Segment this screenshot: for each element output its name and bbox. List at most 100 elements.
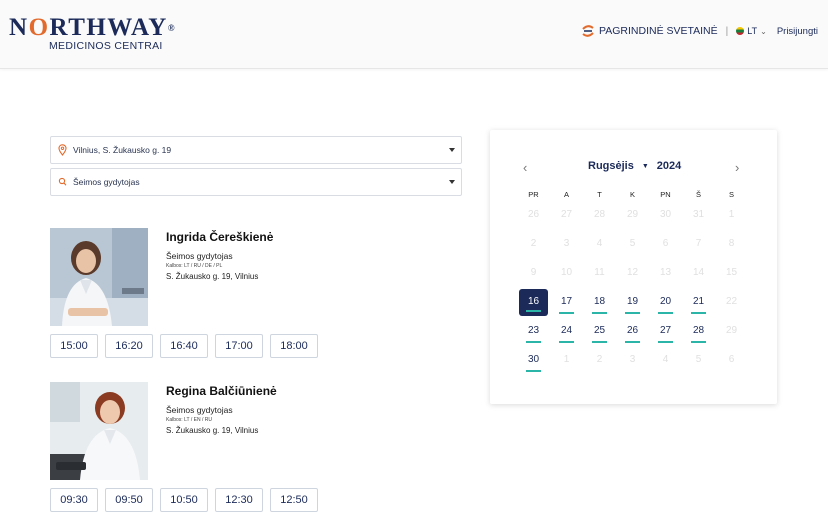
- calendar-day[interactable]: 18: [583, 289, 616, 318]
- calendar-day-number: 11: [594, 267, 605, 278]
- time-slot-button[interactable]: 15:00: [50, 334, 98, 358]
- calendar-day[interactable]: 17: [550, 289, 583, 318]
- caret-down-icon: [449, 180, 455, 184]
- calendar-day: 9: [517, 260, 550, 289]
- prev-month-button[interactable]: ‹: [523, 160, 527, 175]
- login-link[interactable]: Prisijungti: [777, 26, 818, 37]
- calendar-day-number: 5: [695, 354, 702, 365]
- doctor-photo[interactable]: [50, 228, 148, 326]
- logo-wordmark: NORTHWAY®: [9, 14, 177, 41]
- calendar-day-number: 26: [527, 209, 540, 220]
- weekday-label: S: [728, 190, 734, 199]
- doctor-languages: Kalbos: LT / RU / DE / PL: [166, 263, 223, 269]
- calendar-day: 5: [616, 231, 649, 260]
- calendar-day-number: 18: [593, 296, 606, 307]
- calendar-day-number: 15: [725, 267, 738, 278]
- calendar-day-number: 21: [692, 296, 705, 307]
- calendar-day-number: 4: [662, 354, 669, 365]
- calendar-day[interactable]: 24: [550, 318, 583, 347]
- calendar-day: 6: [715, 347, 748, 376]
- doctor-info: Regina Balčiūnienė Šeimos gydytojas Kalb…: [166, 382, 277, 435]
- calendar-day[interactable]: 19: [616, 289, 649, 318]
- next-month-button[interactable]: ›: [735, 160, 739, 175]
- calendar-day: 26: [517, 202, 550, 231]
- lithuania-flag-icon: [736, 27, 745, 35]
- calendar-day: 1: [550, 347, 583, 376]
- calendar-day-number: 12: [626, 267, 639, 278]
- doctor-specialty: Šeimos gydytojas: [166, 251, 233, 261]
- calendar-day[interactable]: 25: [583, 318, 616, 347]
- calendar-day[interactable]: 30: [517, 347, 550, 376]
- calendar-day-number: 7: [695, 238, 702, 249]
- calendar-day: 3: [616, 347, 649, 376]
- calendar-day: 28: [583, 202, 616, 231]
- calendar-day-number: 8: [728, 238, 735, 249]
- calendar-day: 12: [616, 260, 649, 289]
- calendar-day-number: 31: [692, 209, 705, 220]
- calendar-day: 29: [616, 202, 649, 231]
- time-slot-button[interactable]: 16:40: [160, 334, 208, 358]
- calendar-day-number: 14: [692, 267, 705, 278]
- calendar-day-number: 26: [626, 325, 639, 336]
- doctor-address: S. Žukausko g. 19, Vilnius: [166, 426, 259, 435]
- time-slot-button[interactable]: 09:50: [105, 488, 153, 512]
- location-select[interactable]: Vilnius, S. Žukausko g. 19: [50, 136, 462, 164]
- calendar-day-number: 6: [662, 238, 669, 249]
- specialty-select[interactable]: Šeimos gydytojas: [50, 168, 462, 196]
- calendar-day: 4: [649, 347, 682, 376]
- date-picker: ‹ Rugsėjis ▼ 2024 › PR A T K PN Š S 26 27…: [490, 130, 777, 404]
- calendar-day-selected[interactable]: 16: [517, 289, 550, 318]
- calendar-day[interactable]: 28: [682, 318, 715, 347]
- time-slots: 15:00 16:20 16:40 17:00 18:00: [50, 334, 318, 358]
- time-slot-button[interactable]: 12:30: [215, 488, 263, 512]
- calendar-day-number: 17: [560, 296, 573, 307]
- calendar-day[interactable]: 27: [649, 318, 682, 347]
- calendar-day: 13: [649, 260, 682, 289]
- northway-logo[interactable]: NORTHWAY® MEDICINOS CENTRAI: [9, 14, 177, 53]
- calendar-day-number: 30: [527, 354, 540, 365]
- year-label: 2024: [656, 160, 682, 172]
- time-slot-button[interactable]: 16:20: [105, 334, 153, 358]
- time-slot-button[interactable]: 18:00: [270, 334, 318, 358]
- time-slot-button[interactable]: 12:50: [270, 488, 318, 512]
- calendar-day-number: 13: [659, 267, 672, 278]
- calendar-day: 29: [715, 318, 748, 347]
- logo-subtitle: MEDICINOS CENTRAI: [49, 40, 163, 52]
- calendar-day[interactable]: 26: [616, 318, 649, 347]
- calendar-day[interactable]: 20: [649, 289, 682, 318]
- calendar-day-number: 27: [560, 209, 573, 220]
- calendar-day-number: 29: [626, 209, 639, 220]
- calendar-day-number: 6: [728, 354, 735, 365]
- calendar-day[interactable]: 21: [682, 289, 715, 318]
- month-year-selector[interactable]: Rugsėjis ▼ 2024: [588, 160, 681, 172]
- calendar-day-number: 27: [659, 325, 672, 336]
- language-selector[interactable]: LT ⌄: [736, 26, 767, 36]
- calendar-day: 2: [517, 231, 550, 260]
- doctor-name[interactable]: Ingrida Čereškienė: [166, 230, 273, 244]
- doctor-name[interactable]: Regina Balčiūnienė: [166, 384, 277, 398]
- weekday-label: Š: [695, 190, 701, 199]
- doctor-photo[interactable]: [50, 382, 148, 480]
- calendar-header: ‹ Rugsėjis ▼ 2024 ›: [490, 160, 777, 176]
- main-site-link[interactable]: PAGRINDINĖ SVETAINĖ: [581, 24, 718, 38]
- calendar-day: 3: [550, 231, 583, 260]
- main-site-label: PAGRINDINĖ SVETAINĖ: [599, 25, 718, 37]
- nav-separator: |: [725, 25, 729, 37]
- doctor-portrait-image: [50, 228, 148, 326]
- time-slot-button[interactable]: 17:00: [215, 334, 263, 358]
- calendar-day-number: 4: [596, 238, 603, 249]
- calendar-day-number: 28: [692, 325, 705, 336]
- language-label: LT: [747, 26, 758, 36]
- calendar-day[interactable]: 23: [517, 318, 550, 347]
- time-slot-button[interactable]: 10:50: [160, 488, 208, 512]
- calendar-day-number: 30: [659, 209, 672, 220]
- doctor-address: S. Žukausko g. 19, Vilnius: [166, 272, 259, 281]
- weekday-label: PN: [660, 190, 671, 199]
- time-slot-button[interactable]: 09:30: [50, 488, 98, 512]
- calendar-day-number: 22: [725, 296, 738, 307]
- calendar-day-number: 19: [626, 296, 639, 307]
- calendar-day: 27: [550, 202, 583, 231]
- calendar-day-number: 10: [560, 267, 573, 278]
- chevron-down-icon: ▼: [641, 162, 649, 170]
- weekday-label: A: [563, 190, 569, 199]
